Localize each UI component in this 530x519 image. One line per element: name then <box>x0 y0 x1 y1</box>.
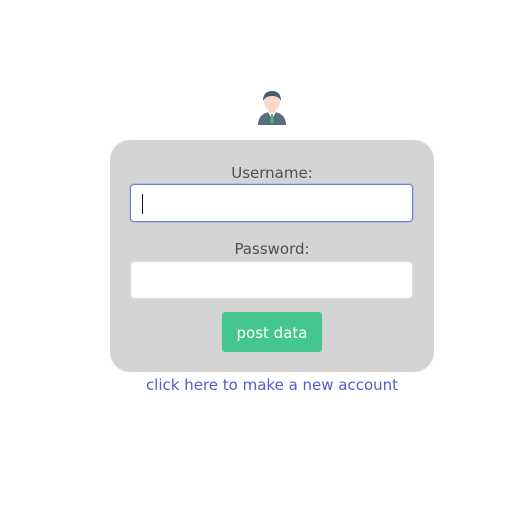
text-caret <box>142 194 143 214</box>
username-input[interactable] <box>130 184 413 222</box>
create-account-link[interactable]: click here to make a new account <box>110 376 434 394</box>
user-avatar-icon <box>258 91 286 125</box>
username-label: Username: <box>231 164 313 182</box>
post-data-button[interactable]: post data <box>222 312 322 352</box>
login-card: Username: Password: post data <box>110 140 434 372</box>
login-page: Username: Password: post data click here… <box>0 0 530 519</box>
password-label: Password: <box>234 240 310 258</box>
password-input[interactable] <box>130 261 413 299</box>
